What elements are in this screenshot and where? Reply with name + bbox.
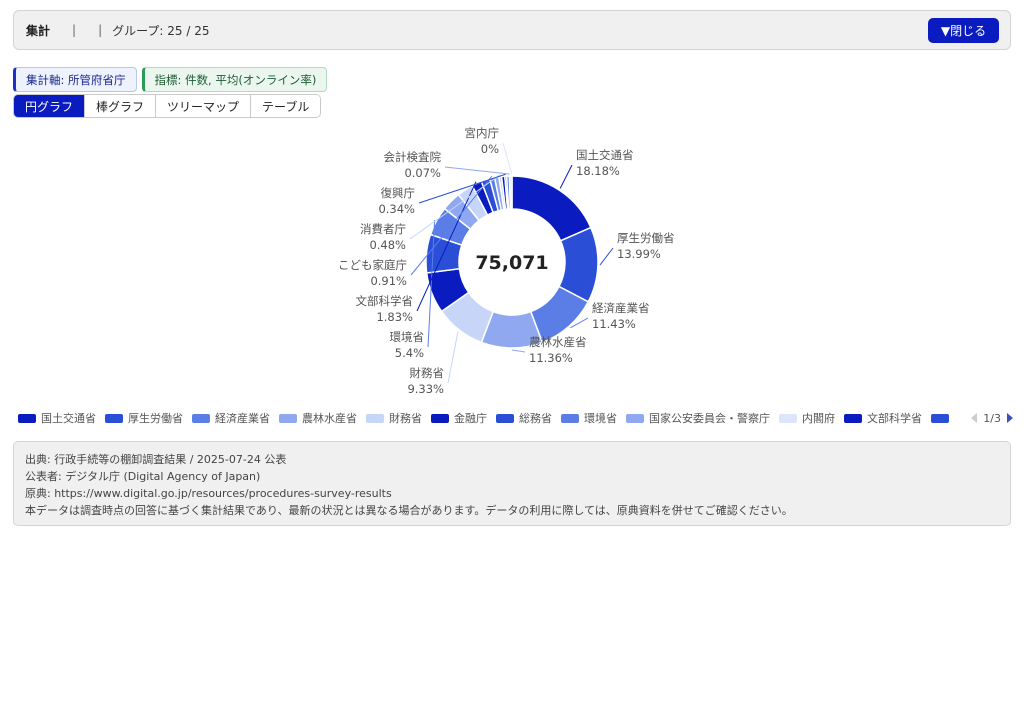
donut-chart: 国土交通省 18.18% 厚生労働省 13.99% 経済産業省 11.43% 農林水産省 11… xyxy=(338,126,675,396)
slice-name-label: 消費者庁 xyxy=(360,222,406,236)
legend-item[interactable]: 国家公安委員会・警察庁 xyxy=(626,410,770,426)
tab-treemap[interactable]: ツリーマップ xyxy=(156,95,252,117)
leader-line xyxy=(511,349,526,353)
tab-pie[interactable]: 円グラフ xyxy=(14,95,86,117)
legend-item[interactable]: 内閣府 xyxy=(779,410,835,426)
legend-swatch xyxy=(496,413,514,423)
legend-swatch xyxy=(431,413,449,423)
slice-value-label: 0.07% xyxy=(404,166,441,180)
slice-name-label: 経済産業省 xyxy=(592,301,650,315)
legend-item[interactable]: 金融庁 xyxy=(431,410,487,426)
source-line: 出典: 行政手続等の棚卸調査結果 / 2025-07-24 公表 xyxy=(25,453,287,466)
legend-label: 総務省 xyxy=(519,412,552,425)
slice-name-label: 文部科学省 xyxy=(356,294,414,308)
legend-swatch xyxy=(626,413,644,423)
leader-line xyxy=(447,331,459,384)
slice-value-label: 0.34% xyxy=(378,202,415,216)
leader-line xyxy=(502,142,513,175)
tab-bar[interactable]: 棒グラフ xyxy=(85,95,157,117)
group-counter: グループ: 25 / 25 xyxy=(112,23,210,38)
slice-name-label: 環境省 xyxy=(390,330,425,344)
legend-label: 文部科学省 xyxy=(867,412,922,425)
legend-page: 1/3 xyxy=(983,411,1001,425)
tab-table[interactable]: テーブル xyxy=(251,95,321,117)
legend-label: 内閣府 xyxy=(802,412,835,425)
legend-pager: 1/3 xyxy=(965,410,1013,426)
legend-item[interactable]: 環境省 xyxy=(561,410,617,426)
slice-name-label: 復興庁 xyxy=(381,186,416,200)
summary-header: 集計 | | グループ: 25 / 25 ▼閉じる xyxy=(13,10,1011,50)
legend-label: 厚生労働省 xyxy=(128,412,183,425)
summary-title: 集計 xyxy=(26,23,51,38)
view-tabs: 円グラフ 棒グラフ ツリーマップ テーブル xyxy=(13,94,322,118)
original-url-line[interactable]: 原典: https://www.digital.go.jp/resources/… xyxy=(25,485,999,502)
slice-value-label: 13.99% xyxy=(617,247,661,261)
legend-item[interactable] xyxy=(931,413,954,423)
slice-name-label: こども家庭庁 xyxy=(338,258,407,272)
close-button[interactable]: ▼閉じる xyxy=(928,18,999,43)
slice-value-label: 18.18% xyxy=(576,164,620,178)
axis-chip[interactable]: 集計軸: 所管府省庁 xyxy=(13,67,137,92)
slice-name-label: 農林水産省 xyxy=(529,335,587,349)
slice-name-label: 会計検査院 xyxy=(384,150,442,164)
chart-legend: 国土交通省 厚生労働省 経済産業省 農林水産省 財務省 金融庁 総務省 環境省 国家公安委員会・… xyxy=(18,410,1013,426)
legend-label: 金融庁 xyxy=(454,412,487,425)
slice-name-label: 宮内庁 xyxy=(465,126,500,140)
legend-item[interactable]: 経済産業省 xyxy=(192,410,270,426)
publisher-line: 公表者: デジタル庁 (Digital Agency of Japan) xyxy=(25,470,261,483)
slice-name-label: 厚生労働省 xyxy=(617,231,675,245)
legend-label: 国家公安委員会・警察庁 xyxy=(649,412,770,425)
pie-slice[interactable] xyxy=(511,175,592,242)
slice-value-label: 11.36% xyxy=(529,351,573,365)
legend-item[interactable]: 国土交通省 xyxy=(18,410,96,426)
legend-label: 経済産業省 xyxy=(215,412,270,425)
legend-swatch xyxy=(931,413,949,423)
slice-value-label: 0.91% xyxy=(370,274,407,288)
leader-line xyxy=(599,247,614,266)
legend-swatch xyxy=(779,413,797,423)
slice-value-label: 11.43% xyxy=(592,317,636,331)
legend-prev-icon[interactable] xyxy=(971,413,978,423)
source-panel: 出典: 行政手続等の棚卸調査結果 / 2025-07-24 公表 公表者: デジ… xyxy=(13,441,1011,526)
slice-value-label: 9.33% xyxy=(407,382,444,396)
legend-item[interactable]: 農林水産省 xyxy=(279,410,357,426)
slice-value-label: 0% xyxy=(481,142,499,156)
legend-item[interactable]: 財務省 xyxy=(366,410,422,426)
legend-item[interactable]: 文部科学省 xyxy=(844,410,922,426)
leader-line xyxy=(559,164,573,189)
slice-value-label: 0.48% xyxy=(369,238,406,252)
header-separator: | xyxy=(72,23,77,37)
slice-value-label: 5.4% xyxy=(395,346,424,360)
legend-label: 国土交通省 xyxy=(41,412,96,425)
legend-label: 農林水産省 xyxy=(302,412,357,425)
legend-swatch xyxy=(844,413,862,423)
legend-label: 環境省 xyxy=(584,412,617,425)
legend-label: 財務省 xyxy=(389,412,422,425)
metric-chip[interactable]: 指標: 件数, 平均(オンライン率) xyxy=(141,67,328,92)
slice-value-label: 1.83% xyxy=(376,310,413,324)
slice-name-label: 国土交通省 xyxy=(576,148,634,162)
legend-swatch xyxy=(561,413,579,423)
leader-line xyxy=(444,166,510,175)
filter-chips: 集計軸: 所管府省庁 指標: 件数, 平均(オンライン率) xyxy=(13,67,328,92)
legend-swatch xyxy=(105,413,123,423)
pie-slice[interactable] xyxy=(509,175,513,210)
legend-item[interactable]: 総務省 xyxy=(496,410,552,426)
legend-swatch xyxy=(279,413,297,423)
header-separator: | xyxy=(98,23,103,37)
legend-next-icon[interactable] xyxy=(1007,413,1013,423)
legend-swatch xyxy=(18,413,36,423)
slice-name-label: 財務省 xyxy=(410,366,445,380)
legend-item[interactable]: 厚生労働省 xyxy=(105,410,183,426)
donut-center-total: 75,071 xyxy=(475,252,548,274)
legend-swatch xyxy=(192,413,210,423)
legend-swatch xyxy=(366,413,384,423)
disclaimer-line: 本データは調査時点の回答に基づく集計結果であり、最新の状況とは異なる場合がありま… xyxy=(25,504,793,517)
